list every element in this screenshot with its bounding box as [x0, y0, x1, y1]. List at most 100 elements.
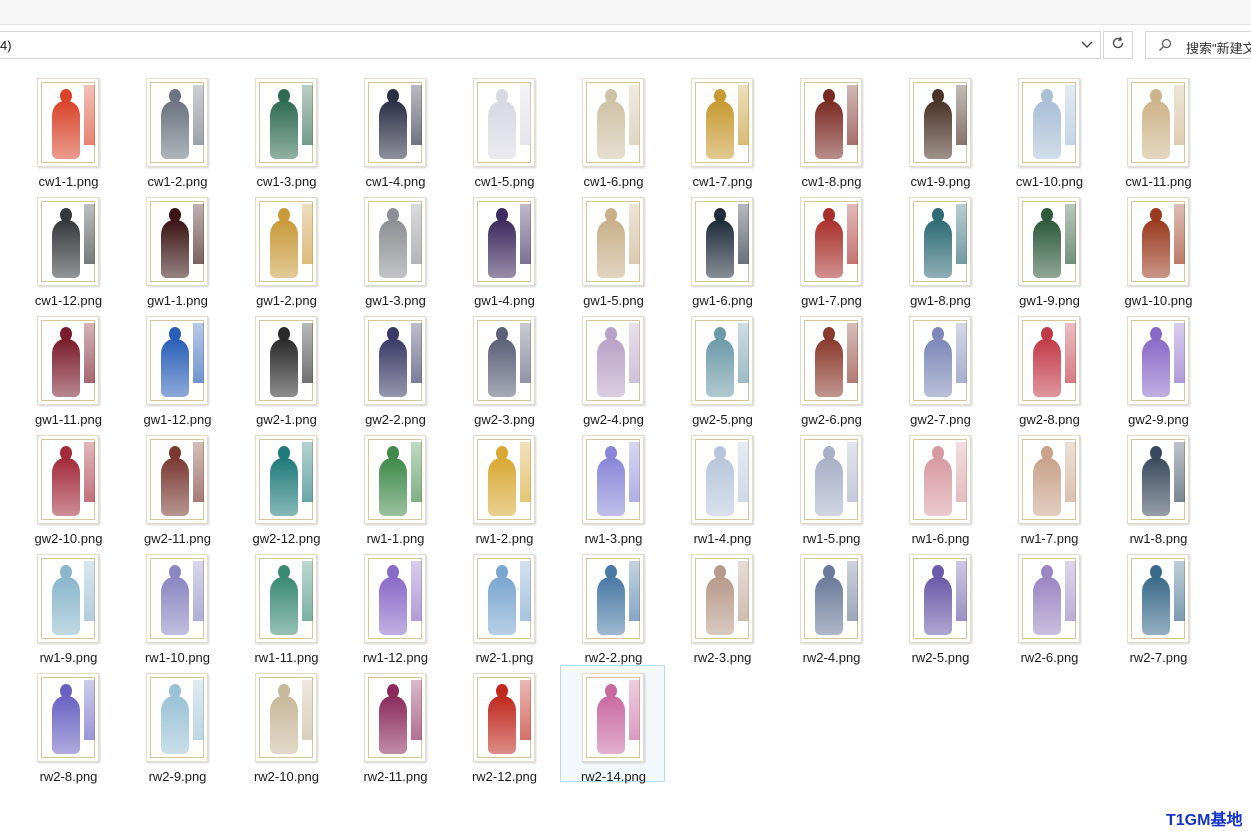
file-item[interactable]: cw1-8.png	[778, 70, 883, 189]
file-item[interactable]: gw1-8.png	[887, 189, 992, 308]
file-thumbnail	[800, 316, 862, 405]
title-strip	[0, 0, 1251, 25]
card-banner	[956, 85, 967, 145]
file-item[interactable]: cw1-10.png	[996, 70, 1101, 189]
card-figure	[47, 89, 85, 159]
file-item[interactable]: rw1-1.png	[342, 427, 447, 546]
file-item[interactable]: gw1-3.png	[342, 189, 447, 308]
search-box[interactable]: 搜索"新建文	[1145, 31, 1251, 59]
file-item[interactable]: gw1-9.png	[996, 189, 1101, 308]
file-item[interactable]: gw1-4.png	[451, 189, 556, 308]
file-item[interactable]: gw2-11.png	[124, 427, 229, 546]
card-banner	[84, 680, 95, 740]
file-item[interactable]: cw1-6.png	[560, 70, 665, 189]
file-item[interactable]: rw2-10.png	[233, 665, 338, 784]
file-item[interactable]: rw1-11.png	[233, 546, 338, 665]
card-banner	[302, 561, 313, 621]
file-thumbnail	[691, 78, 753, 167]
file-item[interactable]: rw1-3.png	[560, 427, 665, 546]
file-item[interactable]: gw2-1.png	[233, 308, 338, 427]
card-banner	[956, 204, 967, 264]
file-item[interactable]: rw2-9.png	[124, 665, 229, 784]
file-item[interactable]: gw1-12.png	[124, 308, 229, 427]
figure-body	[706, 101, 734, 159]
chevron-down-icon[interactable]	[1074, 32, 1100, 58]
file-item[interactable]: gw1-10.png	[1105, 189, 1210, 308]
file-item[interactable]: cw1-11.png	[1105, 70, 1210, 189]
card-banner	[84, 204, 95, 264]
file-thumbnail	[800, 554, 862, 643]
card-figure	[701, 446, 739, 516]
refresh-button[interactable]	[1103, 31, 1133, 59]
file-item[interactable]: cw1-5.png	[451, 70, 556, 189]
file-item[interactable]: cw1-7.png	[669, 70, 774, 189]
file-item[interactable]: cw1-9.png	[887, 70, 992, 189]
file-item[interactable]: cw1-2.png	[124, 70, 229, 189]
file-item[interactable]: gw2-3.png	[451, 308, 556, 427]
file-item[interactable]: rw1-9.png	[15, 546, 120, 665]
search-input[interactable]: 搜索"新建文	[1186, 38, 1251, 57]
card-figure	[265, 208, 303, 278]
card-banner	[302, 442, 313, 502]
file-item[interactable]: rw2-6.png	[996, 546, 1101, 665]
card-figure	[483, 684, 521, 754]
file-item[interactable]: gw1-2.png	[233, 189, 338, 308]
file-item[interactable]: rw1-10.png	[124, 546, 229, 665]
file-thumbnail	[800, 435, 862, 524]
file-item[interactable]: rw2-8.png	[15, 665, 120, 784]
card-banner	[629, 204, 640, 264]
file-item[interactable]: gw1-7.png	[778, 189, 883, 308]
file-item[interactable]: rw2-5.png	[887, 546, 992, 665]
address-bar[interactable]: 4)	[0, 31, 1101, 59]
file-item[interactable]: rw1-8.png	[1105, 427, 1210, 546]
file-thumbnail	[1018, 316, 1080, 405]
file-item[interactable]: rw2-4.png	[778, 546, 883, 665]
file-item[interactable]: cw1-1.png	[15, 70, 120, 189]
file-item[interactable]: rw1-12.png	[342, 546, 447, 665]
file-thumbnail	[473, 316, 535, 405]
file-name: rw2-2.png	[584, 650, 643, 665]
file-item[interactable]: cw1-12.png	[15, 189, 120, 308]
file-item[interactable]: gw1-1.png	[124, 189, 229, 308]
file-item[interactable]: rw2-1.png	[451, 546, 556, 665]
file-item[interactable]: gw2-10.png	[15, 427, 120, 546]
file-item[interactable]: rw2-12.png	[451, 665, 556, 784]
file-name: gw2-2.png	[365, 412, 426, 427]
file-item[interactable]: rw1-5.png	[778, 427, 883, 546]
file-item[interactable]: gw1-11.png	[15, 308, 120, 427]
card-figure	[265, 327, 303, 397]
card-banner	[1174, 204, 1185, 264]
card-figure	[1028, 89, 1066, 159]
address-text[interactable]: 4)	[0, 38, 12, 53]
figure-body	[924, 577, 952, 635]
file-item[interactable]: gw2-7.png	[887, 308, 992, 427]
file-item[interactable]: gw2-5.png	[669, 308, 774, 427]
file-item[interactable]: rw1-6.png	[887, 427, 992, 546]
file-item[interactable]: rw2-11.png	[342, 665, 447, 784]
file-item[interactable]: gw2-8.png	[996, 308, 1101, 427]
file-item[interactable]: cw1-4.png	[342, 70, 447, 189]
file-item[interactable]: rw2-14.png	[560, 665, 665, 784]
file-item[interactable]: rw1-7.png	[996, 427, 1101, 546]
file-item[interactable]: gw2-2.png	[342, 308, 447, 427]
file-item[interactable]: gw2-12.png	[233, 427, 338, 546]
file-item[interactable]: rw2-7.png	[1105, 546, 1210, 665]
file-item[interactable]: rw1-4.png	[669, 427, 774, 546]
file-item[interactable]: cw1-3.png	[233, 70, 338, 189]
file-item[interactable]: gw2-4.png	[560, 308, 665, 427]
card-figure	[592, 208, 630, 278]
file-thumbnail	[37, 78, 99, 167]
file-item[interactable]: gw1-5.png	[560, 189, 665, 308]
file-item[interactable]: gw1-6.png	[669, 189, 774, 308]
file-item[interactable]: rw1-2.png	[451, 427, 556, 546]
file-item[interactable]: gw2-6.png	[778, 308, 883, 427]
card-figure	[47, 565, 85, 635]
figure-body	[924, 339, 952, 397]
card-banner	[84, 323, 95, 383]
figure-body	[706, 577, 734, 635]
file-item[interactable]: rw2-3.png	[669, 546, 774, 665]
file-item[interactable]: gw2-9.png	[1105, 308, 1210, 427]
file-item[interactable]: rw2-2.png	[560, 546, 665, 665]
card-banner	[520, 442, 531, 502]
card-figure	[374, 327, 412, 397]
